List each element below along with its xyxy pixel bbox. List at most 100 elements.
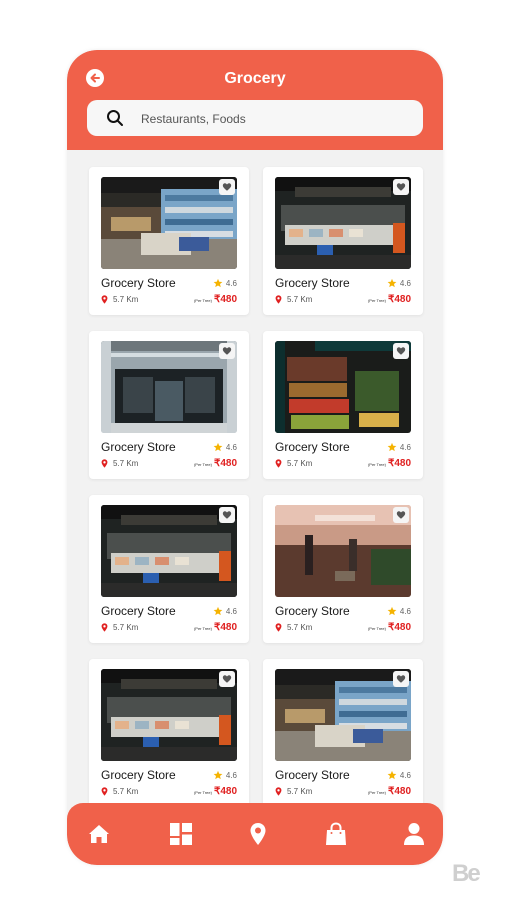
price-value: ₹480 bbox=[213, 622, 237, 633]
distance-value: 5.7 Km bbox=[113, 623, 139, 632]
profile-icon bbox=[404, 823, 424, 845]
store-photo bbox=[101, 505, 237, 597]
heart-icon bbox=[222, 675, 232, 683]
store-name: Grocery Store bbox=[101, 604, 176, 618]
star-icon bbox=[213, 606, 223, 616]
price-value: ₹480 bbox=[387, 786, 411, 797]
location-pin-icon bbox=[101, 623, 108, 632]
heart-icon bbox=[222, 511, 232, 519]
store-photo bbox=[275, 341, 411, 433]
location-icon bbox=[250, 823, 266, 845]
heart-icon bbox=[396, 675, 406, 683]
nav-home[interactable] bbox=[87, 822, 111, 846]
rating: 4.6 bbox=[213, 770, 237, 780]
rating: 4.6 bbox=[213, 278, 237, 288]
store-card[interactable]: Grocery Store 4.6 5.7 Km (Per Tree) ₹480 bbox=[263, 331, 423, 479]
store-name: Grocery Store bbox=[275, 276, 350, 290]
heart-icon bbox=[396, 511, 406, 519]
rating: 4.6 bbox=[213, 442, 237, 452]
store-photo bbox=[101, 669, 237, 761]
store-name: Grocery Store bbox=[101, 276, 176, 290]
nav-bag[interactable] bbox=[324, 822, 348, 846]
search-input[interactable] bbox=[139, 108, 413, 130]
store-name: Grocery Store bbox=[101, 440, 176, 454]
distance-value: 5.7 Km bbox=[113, 295, 139, 304]
star-icon bbox=[387, 770, 397, 780]
price-unit: (Per Tree) bbox=[193, 298, 212, 303]
distance: 5.7 Km bbox=[275, 623, 312, 632]
price: (Per Tree) ₹480 bbox=[368, 294, 411, 305]
location-pin-icon bbox=[101, 295, 108, 304]
distance: 5.7 Km bbox=[101, 623, 138, 632]
favorite-button[interactable] bbox=[393, 671, 409, 687]
price-unit: (Per Tree) bbox=[367, 626, 386, 631]
home-icon bbox=[89, 825, 109, 843]
favorite-button[interactable] bbox=[219, 343, 235, 359]
favorite-button[interactable] bbox=[219, 507, 235, 523]
search-bar[interactable] bbox=[87, 100, 423, 136]
price: (Per Tree) ₹480 bbox=[368, 786, 411, 797]
store-photo bbox=[101, 177, 237, 269]
favorite-button[interactable] bbox=[393, 179, 409, 195]
distance-value: 5.7 Km bbox=[287, 623, 313, 632]
distance-value: 5.7 Km bbox=[287, 459, 313, 468]
nav-profile[interactable] bbox=[402, 822, 426, 846]
distance: 5.7 Km bbox=[101, 459, 138, 468]
favorite-button[interactable] bbox=[393, 343, 409, 359]
store-card[interactable]: Grocery Store 4.6 5.7 Km (Per Tree) ₹480 bbox=[89, 659, 249, 803]
rating-value: 4.6 bbox=[399, 606, 411, 616]
price: (Per Tree) ₹480 bbox=[194, 622, 237, 633]
rating-value: 4.6 bbox=[399, 278, 411, 288]
store-photo bbox=[275, 505, 411, 597]
distance-value: 5.7 Km bbox=[113, 787, 139, 796]
heart-icon bbox=[222, 347, 232, 355]
star-icon bbox=[213, 442, 223, 452]
price-unit: (Per Tree) bbox=[367, 298, 386, 303]
rating-value: 4.6 bbox=[399, 442, 411, 452]
price-unit: (Per Tree) bbox=[193, 462, 212, 467]
nav-categories[interactable] bbox=[169, 822, 193, 846]
star-icon bbox=[387, 442, 397, 452]
distance: 5.7 Km bbox=[275, 295, 312, 304]
price: (Per Tree) ₹480 bbox=[194, 294, 237, 305]
nav-location[interactable] bbox=[246, 822, 270, 846]
price-unit: (Per Tree) bbox=[367, 790, 386, 795]
store-card[interactable]: Grocery Store 4.6 5.7 Km (Per Tree) ₹480 bbox=[263, 659, 423, 803]
price-value: ₹480 bbox=[213, 786, 237, 797]
rating: 4.6 bbox=[387, 770, 411, 780]
store-card[interactable]: Grocery Store 4.6 5.7 Km (Per Tree) ₹480 bbox=[89, 331, 249, 479]
store-grid: Grocery Store 4.6 5.7 Km (Per Tree) ₹480 Groc… bbox=[67, 150, 443, 803]
favorite-button[interactable] bbox=[219, 179, 235, 195]
store-name: Grocery Store bbox=[275, 440, 350, 454]
star-icon bbox=[387, 278, 397, 288]
phone-frame: Grocery Grocery Store 4.6 5.7 Km (Per Tree)… bbox=[67, 50, 443, 865]
rating: 4.6 bbox=[387, 606, 411, 616]
price-value: ₹480 bbox=[213, 458, 237, 469]
rating-value: 4.6 bbox=[399, 770, 411, 780]
favorite-button[interactable] bbox=[219, 671, 235, 687]
store-card[interactable]: Grocery Store 4.6 5.7 Km (Per Tree) ₹480 bbox=[89, 495, 249, 643]
page-title: Grocery bbox=[224, 70, 286, 87]
price: (Per Tree) ₹480 bbox=[194, 458, 237, 469]
rating: 4.6 bbox=[213, 606, 237, 616]
distance-value: 5.7 Km bbox=[287, 787, 313, 796]
location-pin-icon bbox=[275, 623, 282, 632]
categories-icon bbox=[170, 823, 192, 845]
distance-value: 5.7 Km bbox=[287, 295, 313, 304]
price: (Per Tree) ₹480 bbox=[194, 786, 237, 797]
store-card[interactable]: Grocery Store 4.6 5.7 Km (Per Tree) ₹480 bbox=[89, 167, 249, 315]
distance: 5.7 Km bbox=[101, 295, 138, 304]
star-icon bbox=[213, 770, 223, 780]
price-unit: (Per Tree) bbox=[193, 790, 212, 795]
store-card[interactable]: Grocery Store 4.6 5.7 Km (Per Tree) ₹480 bbox=[263, 495, 423, 643]
distance: 5.7 Km bbox=[275, 787, 312, 796]
rating-value: 4.6 bbox=[225, 442, 237, 452]
store-card[interactable]: Grocery Store 4.6 5.7 Km (Per Tree) ₹480 bbox=[263, 167, 423, 315]
star-icon bbox=[213, 278, 223, 288]
favorite-button[interactable] bbox=[393, 507, 409, 523]
location-pin-icon bbox=[275, 787, 282, 796]
store-name: Grocery Store bbox=[275, 604, 350, 618]
search-icon bbox=[107, 110, 123, 126]
star-icon bbox=[387, 606, 397, 616]
price-unit: (Per Tree) bbox=[193, 626, 212, 631]
